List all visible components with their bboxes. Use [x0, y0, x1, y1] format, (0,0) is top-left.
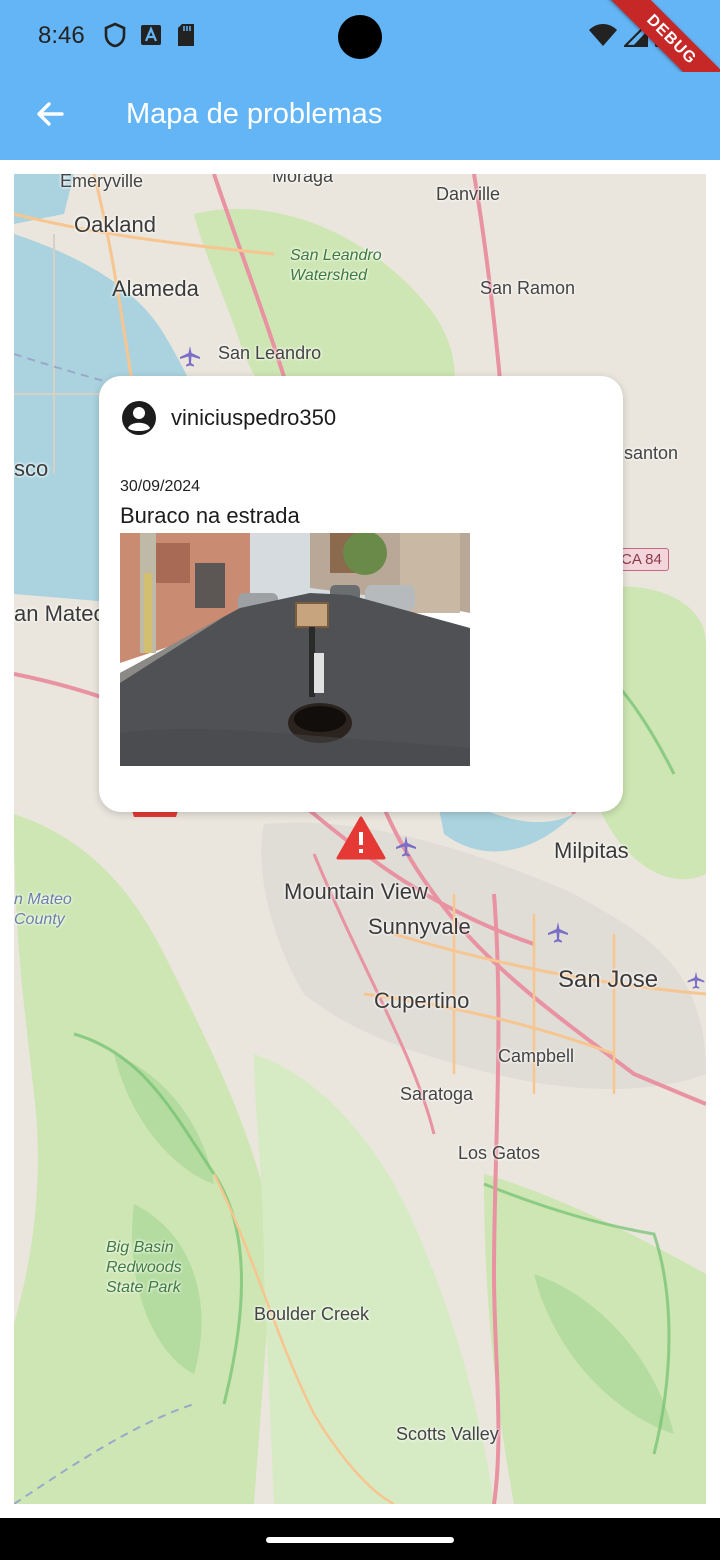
shield-icon — [104, 22, 126, 53]
status-icons-left — [104, 22, 196, 53]
system-nav-bar — [0, 1518, 720, 1560]
map-label-alameda: Alameda — [112, 276, 199, 301]
map-label-moraga: Moraga — [272, 174, 334, 186]
airport-icon — [686, 968, 706, 997]
map-label-san-leandro-watershed: San Leandro Watershed — [290, 247, 382, 284]
warning-marker-icon[interactable] — [336, 816, 386, 865]
page-title: Mapa de problemas — [126, 98, 383, 130]
sd-card-icon — [176, 23, 196, 52]
font-a-icon — [140, 24, 162, 51]
popup-description: Buraco na estrada — [120, 503, 300, 528]
map-label-danville: Danville — [436, 184, 501, 204]
wifi-icon — [588, 23, 618, 52]
map-label-sco: sco — [14, 456, 49, 481]
status-time: 8:46 — [38, 22, 85, 49]
map-label-mountain-view: Mountain View — [284, 879, 428, 904]
map-label-san-mateo-county: n Mateo County — [14, 891, 72, 928]
map-label-boulder-creek: Boulder Creek — [254, 1304, 370, 1324]
camera-cutout — [338, 15, 382, 59]
home-handle[interactable] — [266, 1537, 454, 1543]
status-bar: 8:46 DEBUG — [0, 0, 720, 118]
map-label-cupertino: Cupertino — [374, 988, 470, 1013]
map-label-san-mateo: an Mateo — [14, 601, 106, 626]
account-circle-icon — [121, 400, 157, 436]
pothole-photo — [120, 533, 470, 766]
problem-map[interactable]: Emeryville Moraga Danville Oakland San L… — [14, 174, 706, 1504]
popup-username: viniciuspedro350 — [171, 405, 337, 430]
map-label-milpitas: Milpitas — [554, 838, 629, 863]
airport-icon — [546, 920, 570, 949]
map-label-san-ramon: San Ramon — [480, 278, 576, 298]
back-button[interactable] — [26, 92, 74, 140]
airport-icon — [178, 344, 202, 373]
map-label-big-basin: Big Basin Redwoods State Park — [106, 1239, 182, 1296]
airport-icon — [394, 834, 418, 863]
map-label-santon: santon — [624, 443, 679, 463]
popup-date: 30/09/2024 — [120, 478, 201, 495]
map-label-saratoga: Saratoga — [400, 1084, 474, 1104]
map-label-oakland: Oakland — [74, 212, 156, 237]
map-label-scotts-valley: Scotts Valley — [396, 1424, 499, 1444]
map-label-sunnyvale: Sunnyvale — [368, 914, 471, 939]
map-label-emeryville: Emeryville — [60, 174, 144, 191]
map-label-los-gatos: Los Gatos — [458, 1143, 541, 1163]
map-label-san-jose: San Jose — [558, 966, 659, 993]
app-bar: Mapa de problemas — [0, 72, 720, 160]
arrow-back-icon — [34, 98, 66, 135]
problem-popup[interactable]: viniciuspedro350 30/09/2024 Buraco na es… — [99, 376, 623, 812]
map-label-campbell: Campbell — [498, 1046, 575, 1066]
map-label-san-leandro: San Leandro — [218, 343, 322, 363]
